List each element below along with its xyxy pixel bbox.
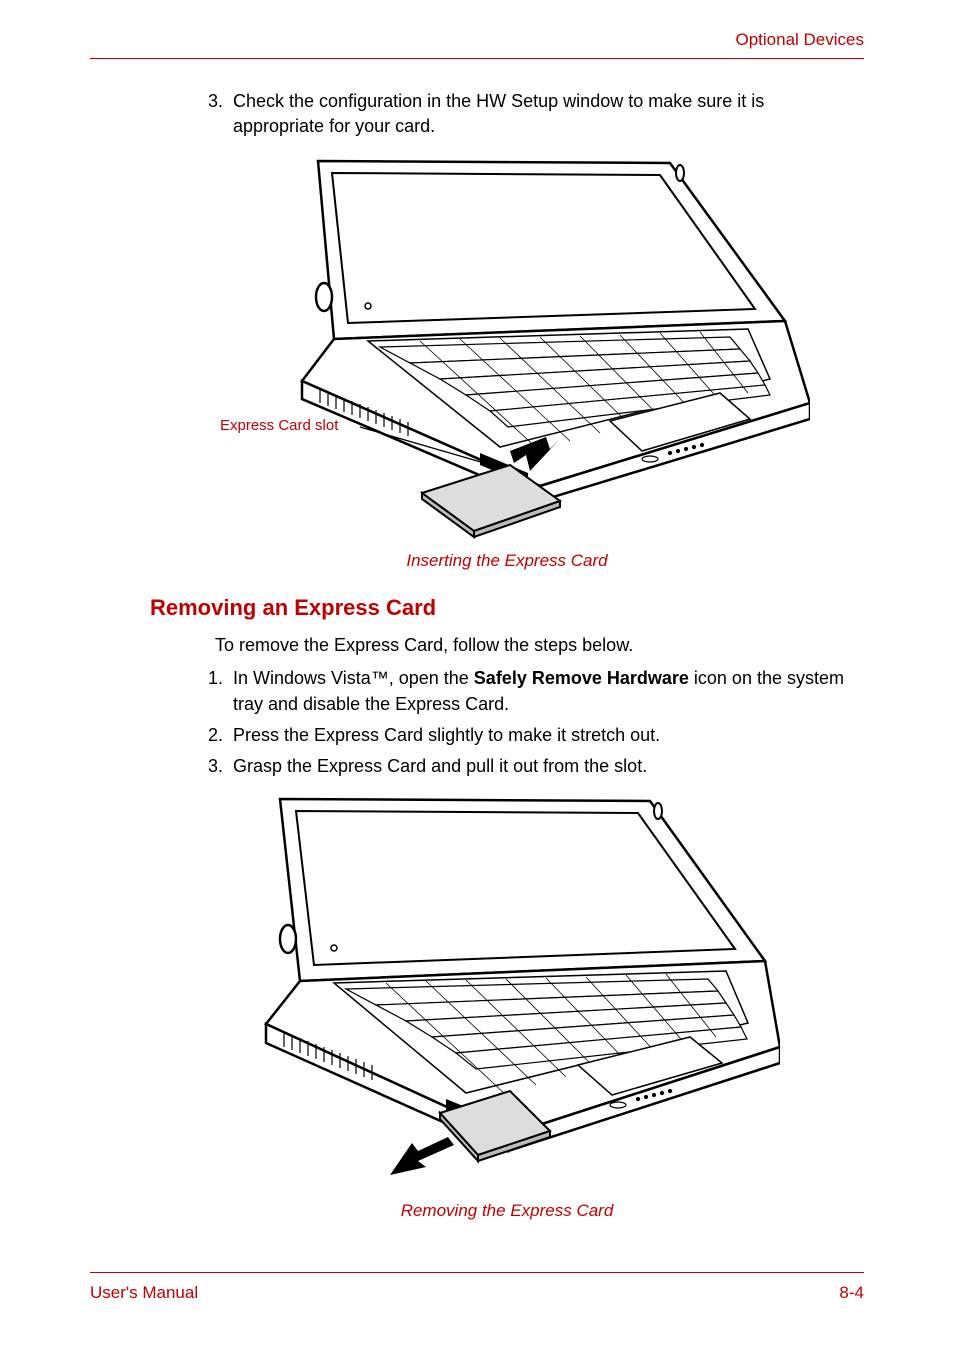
step-text: Press the Express Card slightly to make … xyxy=(233,723,854,748)
footer-page-number: 8-4 xyxy=(839,1283,864,1303)
step-text: Check the configuration in the HW Setup … xyxy=(233,89,854,139)
step-number: 1. xyxy=(205,666,233,716)
footer-divider xyxy=(90,1272,864,1273)
laptop-illustration-remove xyxy=(220,791,780,1191)
step-item: 1. In Windows Vista™, open the Safely Re… xyxy=(205,666,854,716)
step-number: 2. xyxy=(205,723,233,748)
footer-left: User's Manual xyxy=(90,1283,198,1303)
section-intro: To remove the Express Card, follow the s… xyxy=(215,635,854,656)
step-text: Grasp the Express Card and pull it out f… xyxy=(233,754,854,779)
figure-callout-label: Express Card slot xyxy=(220,417,338,434)
top-step-list: 3. Check the configuration in the HW Set… xyxy=(205,89,854,139)
step-number: 3. xyxy=(205,89,233,139)
page-footer: User's Manual 8-4 xyxy=(90,1272,864,1303)
section-heading: Removing an Express Card xyxy=(150,595,864,621)
step-item: 3. Check the configuration in the HW Set… xyxy=(205,89,854,139)
laptop-illustration-insert xyxy=(250,151,810,541)
header-section-label: Optional Devices xyxy=(90,30,864,58)
figure-caption-insert: Inserting the Express Card xyxy=(90,551,864,571)
figure-caption-remove: Removing the Express Card xyxy=(90,1201,864,1221)
figure-inserting: Express Card slot xyxy=(250,151,810,541)
step-item: 3. Grasp the Express Card and pull it ou… xyxy=(205,754,854,779)
figure-removing xyxy=(220,791,780,1191)
step-number: 3. xyxy=(205,754,233,779)
step-text: In Windows Vista™, open the Safely Remov… xyxy=(233,666,854,716)
header-divider xyxy=(90,58,864,59)
remove-step-list: 1. In Windows Vista™, open the Safely Re… xyxy=(205,666,854,779)
step-item: 2. Press the Express Card slightly to ma… xyxy=(205,723,854,748)
